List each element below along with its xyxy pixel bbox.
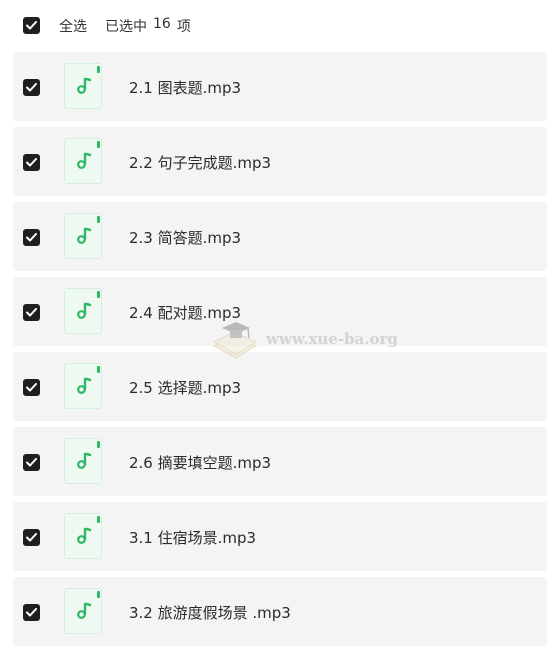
checkmark-icon: [26, 233, 37, 242]
file-row[interactable]: 2.2 句子完成题.mp3: [13, 127, 547, 196]
checkmark-icon: [26, 158, 37, 167]
music-note-icon: [77, 452, 92, 469]
checkmark-icon: [26, 383, 37, 392]
selected-suffix: 项: [176, 19, 191, 35]
music-note-icon: [77, 527, 92, 544]
checkmark-icon: [26, 308, 37, 317]
file-row[interactable]: 3.1 住宿场景.mp3: [13, 502, 547, 571]
file-row[interactable]: 2.3 简答题.mp3: [13, 202, 547, 271]
file-corner-mark: [97, 141, 100, 148]
file-corner-mark: [97, 441, 100, 448]
file-name[interactable]: 2.6 摘要填空题.mp3: [129, 452, 271, 473]
file-row[interactable]: 3.2 旅游度假场景 .mp3: [13, 577, 547, 646]
music-note-icon: [77, 377, 92, 394]
music-note-icon: [77, 602, 92, 619]
file-corner-mark: [97, 66, 100, 73]
checkmark-icon: [26, 21, 37, 30]
file-corner-mark: [97, 216, 100, 223]
file-name[interactable]: 3.2 旅游度假场景 .mp3: [129, 602, 291, 623]
audio-file-icon: [64, 438, 102, 484]
file-name[interactable]: 3.1 住宿场景.mp3: [129, 527, 256, 548]
audio-file-icon: [64, 588, 102, 634]
watermark-text: www.xue-ba.org: [266, 330, 398, 348]
select-all-checkbox[interactable]: [23, 17, 40, 34]
selection-summary: 全选 已选中 16 项: [59, 16, 191, 36]
file-checkbox[interactable]: [23, 304, 40, 321]
music-note-icon: [77, 227, 92, 244]
file-checkbox[interactable]: [23, 229, 40, 246]
file-checkbox[interactable]: [23, 379, 40, 396]
checkmark-icon: [26, 608, 37, 617]
file-checkbox[interactable]: [23, 529, 40, 546]
file-name[interactable]: 2.3 简答题.mp3: [129, 227, 241, 248]
audio-file-icon: [64, 213, 102, 259]
file-row[interactable]: 2.6 摘要填空题.mp3: [13, 427, 547, 496]
music-note-icon: [77, 77, 92, 94]
file-checkbox[interactable]: [23, 154, 40, 171]
checkmark-icon: [26, 533, 37, 542]
audio-file-icon: [64, 63, 102, 109]
checkmark-icon: [26, 458, 37, 467]
select-all-label[interactable]: 全选: [59, 16, 87, 36]
graduation-cap-logo-icon: [212, 322, 258, 359]
music-note-icon: [77, 302, 92, 319]
selected-count: 16: [153, 16, 171, 32]
file-checkbox[interactable]: [23, 79, 40, 96]
audio-file-icon: [64, 513, 102, 559]
file-corner-mark: [97, 516, 100, 523]
file-name[interactable]: 2.5 选择题.mp3: [129, 377, 241, 398]
audio-file-icon: [64, 363, 102, 409]
selected-prefix: 已选中: [105, 19, 147, 35]
file-checkbox[interactable]: [23, 454, 40, 471]
file-row[interactable]: 2.5 选择题.mp3: [13, 352, 547, 421]
file-name[interactable]: 2.2 句子完成题.mp3: [129, 152, 271, 173]
file-corner-mark: [97, 291, 100, 298]
watermark: www.xue-ba.org: [210, 318, 398, 360]
file-checkbox[interactable]: [23, 604, 40, 621]
checkmark-icon: [26, 83, 37, 92]
file-name[interactable]: 2.1 图表题.mp3: [129, 77, 241, 98]
file-row[interactable]: 2.1 图表题.mp3: [13, 52, 547, 121]
file-corner-mark: [97, 591, 100, 598]
selection-header: 全选 已选中 16 项: [0, 0, 547, 50]
file-corner-mark: [97, 366, 100, 373]
music-note-icon: [77, 152, 92, 169]
audio-file-icon: [64, 138, 102, 184]
audio-file-icon: [64, 288, 102, 334]
